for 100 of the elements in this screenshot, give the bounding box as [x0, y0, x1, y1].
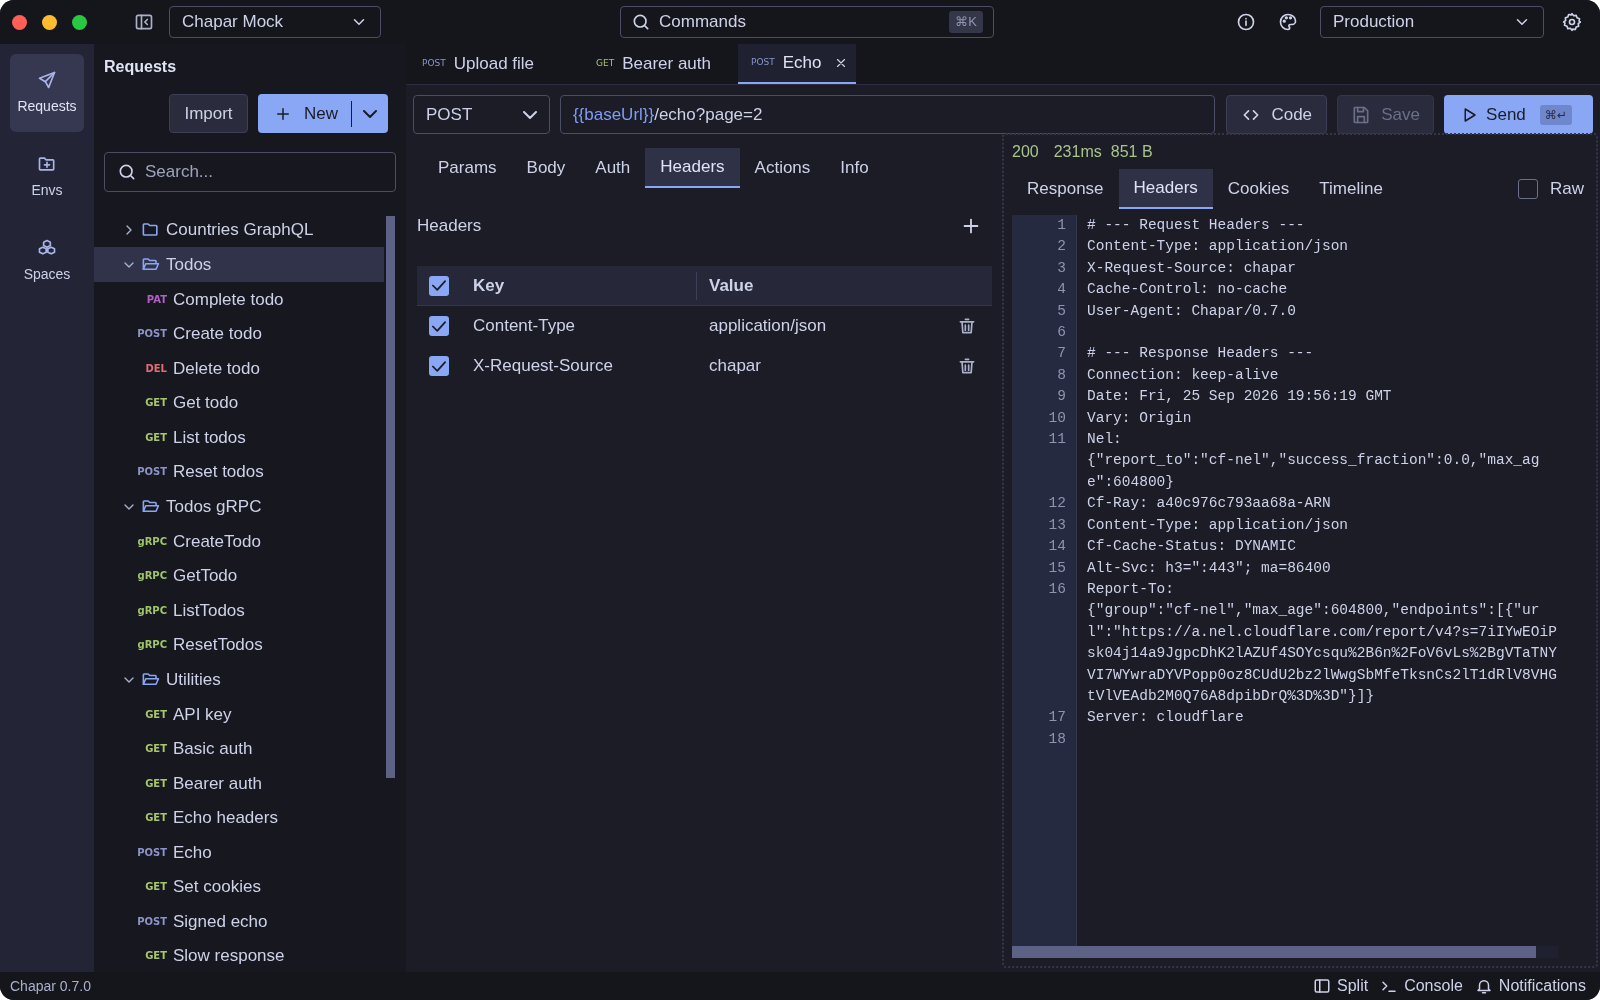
request-item[interactable]: POST Reset todos	[94, 454, 384, 489]
request-section-tab[interactable]: Info	[825, 148, 884, 188]
shortcut-key: ⌘↵	[1539, 104, 1572, 125]
request-item[interactable]: GET Bearer auth	[94, 766, 384, 801]
trash-icon[interactable]	[957, 356, 977, 376]
method-label: POST	[137, 327, 167, 342]
window-control-icon[interactable]	[12, 14, 27, 30]
table-cell-text: Content-Type	[473, 315, 577, 338]
request-item[interactable]: gRPC ListTodos	[94, 593, 384, 628]
folder-icon	[141, 220, 160, 239]
checkbox[interactable]	[429, 356, 449, 376]
line-number: 14	[1012, 536, 1077, 558]
workspace-dropdown[interactable]: Chapar Mock	[169, 6, 381, 38]
window-control-icon[interactable]	[72, 14, 87, 30]
request-item[interactable]: PAT Complete todo	[94, 282, 384, 317]
url-field[interactable]: {{baseUrl}}/echo?page=2	[559, 95, 1216, 134]
request-item[interactable]: GET Basic auth	[94, 731, 384, 766]
request-item[interactable]: POST Signed echo	[94, 904, 384, 939]
import-button[interactable]: Import	[169, 94, 248, 133]
table-cell-text: chapar	[709, 355, 762, 378]
response-tab[interactable]: Cookies	[1212, 169, 1305, 209]
new-button[interactable]: New	[258, 94, 388, 133]
method-label: GET	[145, 707, 167, 722]
request-item[interactable]: gRPC CreateTodo	[94, 524, 384, 559]
folder-item[interactable]: Todos gRPC	[94, 489, 384, 524]
save-icon	[1351, 104, 1372, 125]
request-item[interactable]: DEL Delete todo	[94, 351, 384, 386]
commands-field[interactable]: Commands ⌘K	[620, 6, 994, 38]
method-label: gRPC	[137, 638, 167, 653]
rail-tab[interactable]: Requests	[10, 54, 84, 132]
sidebar-toggle-icon	[134, 12, 154, 32]
request-item[interactable]: GET API key	[94, 697, 384, 732]
line-number: 9	[1012, 386, 1077, 408]
code-button[interactable]: Code	[1226, 95, 1328, 134]
rail-tab[interactable]: Spaces	[10, 222, 84, 300]
code-line: Alt-Svc: h3=":443"; ma=86400	[1086, 558, 1332, 578]
scrollbar[interactable]	[386, 216, 395, 778]
checkbox[interactable]	[1518, 179, 1538, 199]
request-item[interactable]: GET List todos	[94, 420, 384, 455]
response-tab[interactable]: Response	[1012, 169, 1119, 209]
request-section-tab[interactable]: Headers	[645, 148, 740, 188]
trash-icon[interactable]	[957, 316, 977, 336]
line-number: 18	[1012, 728, 1077, 751]
request-item[interactable]: GET Echo headers	[94, 800, 384, 835]
response-tab[interactable]: Headers	[1118, 169, 1213, 209]
rail-tab[interactable]: Envs	[10, 138, 84, 216]
request-item[interactable]: GET Get todo	[94, 385, 384, 420]
folder-item[interactable]: Countries GraphQL	[94, 212, 384, 247]
request-tab[interactable]: POST Upload file	[414, 43, 576, 84]
request-tab[interactable]: POST Echo	[738, 43, 856, 84]
environment-dropdown[interactable]: Production	[1320, 6, 1544, 38]
search-field[interactable]: Search...	[104, 152, 396, 192]
checkbox[interactable]	[429, 275, 449, 296]
checkbox-label: Raw	[1550, 178, 1584, 201]
request-section-tab[interactable]: Params	[423, 148, 512, 188]
line-number: 13	[1012, 514, 1077, 537]
search-icon	[631, 12, 651, 32]
request-tab[interactable]: GET Bearer auth	[576, 43, 738, 84]
request-section-tab[interactable]: Body	[511, 148, 581, 188]
boxes-icon	[37, 237, 57, 258]
code-line: X-Request-Source: chapar	[1086, 258, 1297, 278]
line-number: 8	[1012, 364, 1077, 387]
line-number: 4	[1012, 279, 1077, 301]
checkbox[interactable]	[429, 316, 449, 336]
request-item[interactable]: gRPC ResetTodos	[94, 627, 384, 662]
settings-icon	[1562, 12, 1582, 32]
line-number: 16	[1012, 578, 1077, 708]
code-line: Connection: keep-alive	[1086, 365, 1280, 385]
send-button[interactable]: Send ⌘↵	[1444, 95, 1593, 134]
status-bar-button[interactable]: Split	[1313, 974, 1369, 998]
request-item[interactable]: GET Slow response	[94, 938, 384, 972]
line-number: 7	[1012, 343, 1077, 365]
palette-icon	[1278, 12, 1298, 32]
bell-icon	[1474, 977, 1493, 995]
search-input[interactable]: Search...	[145, 159, 383, 185]
response-tab[interactable]: Timeline	[1304, 169, 1398, 209]
status-bar-button[interactable]: Console	[1380, 974, 1463, 998]
line-number: 17	[1012, 707, 1077, 729]
request-section-tab[interactable]: Actions	[739, 148, 826, 188]
line-number: 5	[1012, 300, 1077, 323]
request-section-tab[interactable]: Auth	[580, 148, 646, 188]
line-number: 11	[1012, 429, 1077, 494]
request-item[interactable]: gRPC GetTodo	[94, 558, 384, 593]
line-number: 6	[1012, 322, 1077, 344]
status-code: 200	[1012, 142, 1039, 162]
method-dropdown[interactable]: POST	[413, 95, 550, 134]
chevron-down-icon	[522, 110, 537, 119]
status-bar-button[interactable]: Notifications	[1474, 974, 1586, 998]
table-cell-text: X-Request-Source	[473, 355, 614, 378]
folder-item[interactable]: Utilities	[94, 662, 384, 697]
request-item[interactable]: POST Create todo	[94, 316, 384, 351]
folder-item[interactable]: Todos	[94, 247, 384, 282]
method-label: GET	[145, 880, 167, 895]
window-control-icon[interactable]	[42, 14, 57, 30]
line-number: 1	[1012, 215, 1077, 237]
line-number: 2	[1012, 236, 1077, 258]
column-header: Key	[473, 271, 697, 300]
request-item[interactable]: GET Set cookies	[94, 869, 384, 904]
request-item[interactable]: POST Echo	[94, 835, 384, 870]
scrollbar[interactable]	[1012, 946, 1537, 958]
